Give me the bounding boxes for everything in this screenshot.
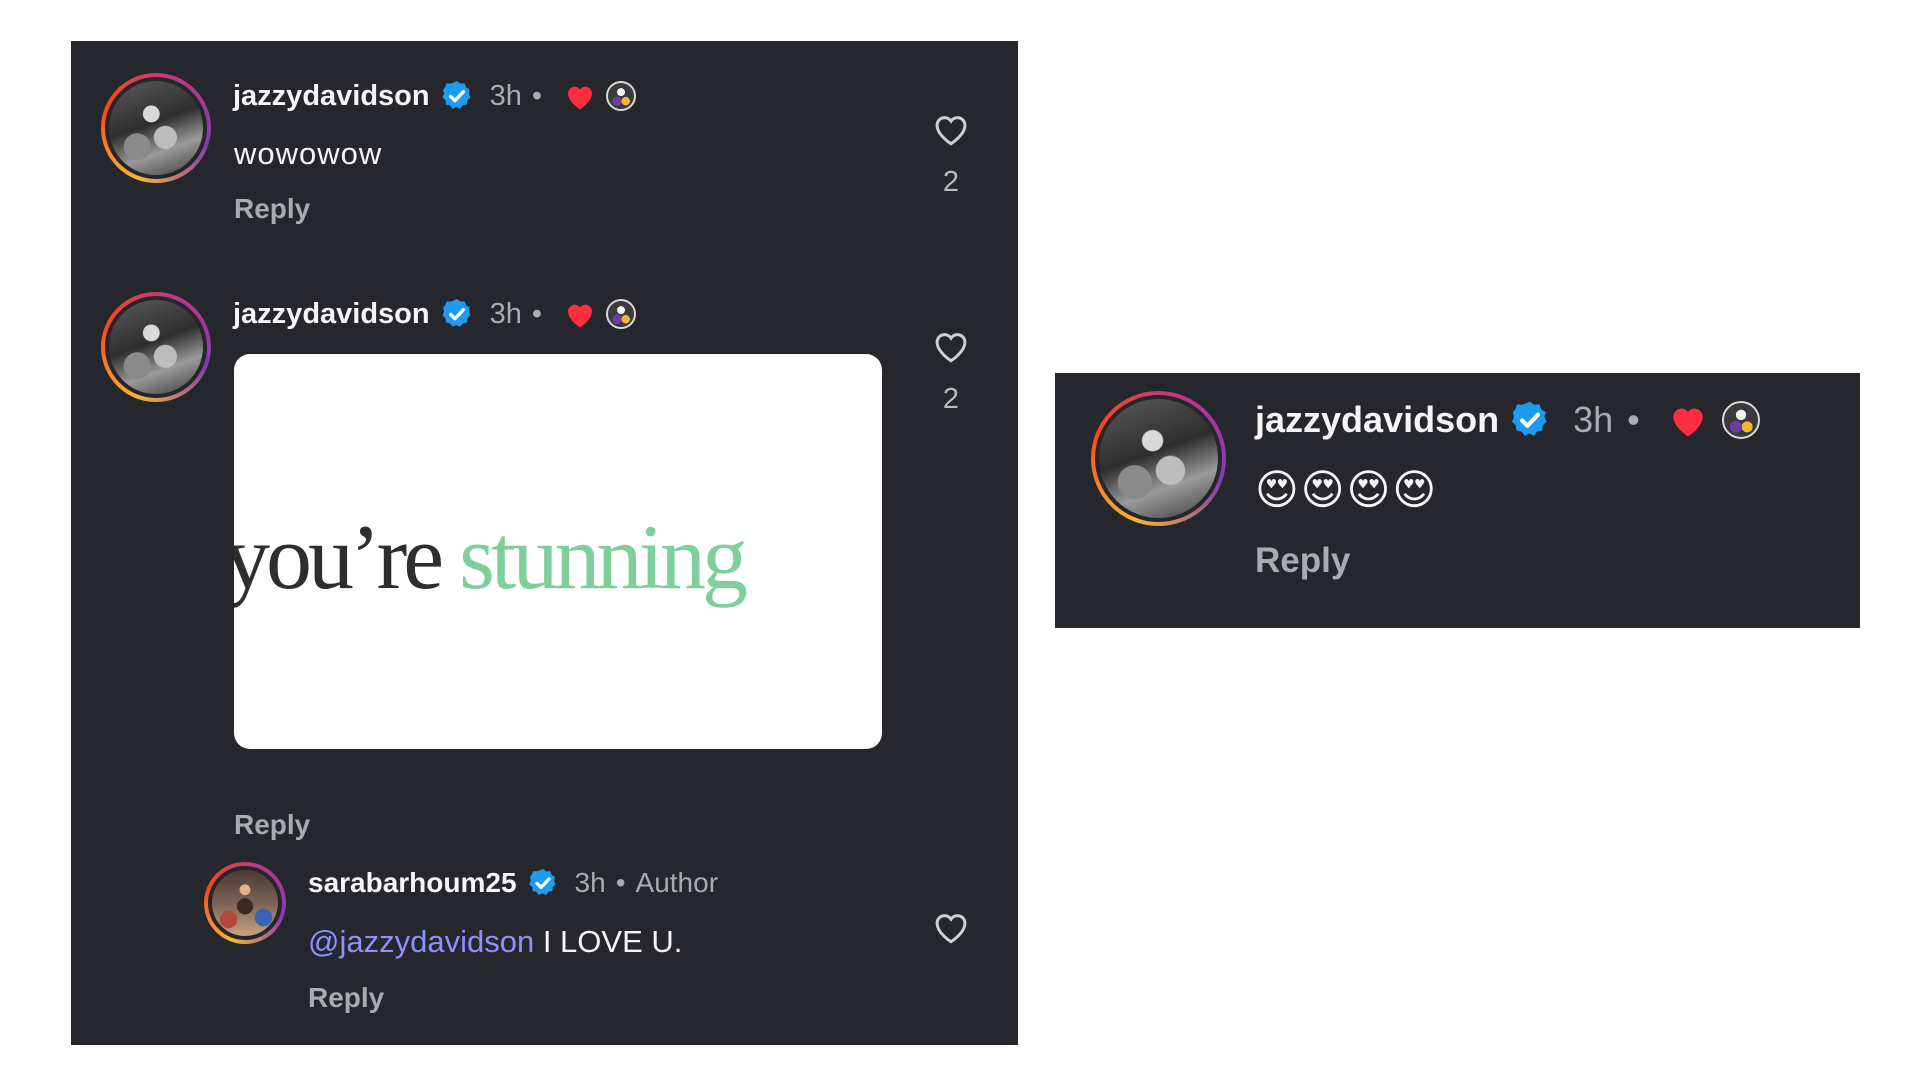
comment-text: wowowow xyxy=(234,136,383,171)
reply-button[interactable]: Reply xyxy=(234,193,310,225)
author-avatar-mini xyxy=(606,81,637,111)
heart-filled-icon xyxy=(564,299,596,329)
like-count: 2 xyxy=(942,166,960,198)
timestamp: 3h xyxy=(1573,399,1614,440)
author-label: Author xyxy=(635,867,719,898)
separator-dot: • xyxy=(615,867,626,898)
heart-outline-icon[interactable] xyxy=(931,328,971,369)
gif-text-dark: you’re xyxy=(234,506,444,608)
author-avatar-mini xyxy=(1721,401,1760,439)
gif-text-green: stunning xyxy=(459,506,748,608)
comment-header: jazzydavidson 3h • xyxy=(233,294,637,334)
like-count: 2 xyxy=(942,383,960,415)
heart-filled-icon xyxy=(1668,402,1708,438)
username[interactable]: jazzydavidson xyxy=(1255,399,1499,441)
verified-badge-icon xyxy=(1509,399,1551,441)
separator-dot: • xyxy=(531,297,543,330)
avatar[interactable] xyxy=(204,862,286,944)
like-button[interactable]: 2 xyxy=(931,111,971,199)
timestamp: 3h xyxy=(489,297,522,330)
comment-item: jazzydavidson 3h • 😍😍😍😍 Reply xyxy=(1055,373,1860,628)
verified-badge-icon xyxy=(527,867,559,899)
username[interactable]: sarabarhoum25 xyxy=(308,867,517,899)
username[interactable]: jazzydavidson xyxy=(233,80,430,113)
timestamp: 3h xyxy=(574,867,606,898)
comments-panel-right: jazzydavidson 3h • 😍😍😍😍 Reply xyxy=(1055,373,1860,628)
heart-outline-icon[interactable] xyxy=(931,909,971,950)
reply-button[interactable]: Reply xyxy=(308,982,384,1014)
timestamp: 3h xyxy=(489,79,522,112)
avatar[interactable] xyxy=(101,292,211,402)
separator-dot: • xyxy=(531,79,543,112)
avatar[interactable] xyxy=(101,73,211,183)
gif-caption: you’re stunning xyxy=(234,504,748,610)
comment-body: I LOVE U. xyxy=(542,924,683,959)
username[interactable]: jazzydavidson xyxy=(233,298,430,331)
verified-badge-icon xyxy=(440,297,474,331)
reply-comment-item: sarabarhoum25 3h • Author @jazzydavidson… xyxy=(71,851,1018,1045)
comments-panel-left: jazzydavidson 3h • wowowow Reply 2 jazzy… xyxy=(71,41,1018,1045)
comment-header: sarabarhoum25 3h • Author xyxy=(308,864,718,902)
like-button[interactable] xyxy=(931,909,971,950)
like-button[interactable]: 2 xyxy=(931,328,971,416)
comment-text: 😍😍😍😍 xyxy=(1255,466,1439,513)
heart-filled-icon xyxy=(564,81,596,111)
heart-outline-icon[interactable] xyxy=(931,111,971,152)
gif-attachment[interactable]: you’re stunning xyxy=(234,354,882,749)
comment-item: jazzydavidson 3h • you’re stunning Reply… xyxy=(71,256,1018,840)
comment-header: jazzydavidson 3h • xyxy=(233,76,637,116)
author-avatar-mini xyxy=(606,299,637,329)
avatar[interactable] xyxy=(1091,391,1226,526)
comment-header: jazzydavidson 3h • xyxy=(1255,395,1760,445)
separator-dot: • xyxy=(1627,399,1640,440)
comment-text: @jazzydavidson I LOVE U. xyxy=(308,924,682,960)
verified-badge-icon xyxy=(440,79,474,113)
reply-button[interactable]: Reply xyxy=(234,809,310,841)
comment-item: jazzydavidson 3h • wowowow Reply 2 xyxy=(71,41,1018,251)
reply-button[interactable]: Reply xyxy=(1255,541,1350,581)
mention-link[interactable]: @jazzydavidson xyxy=(308,924,534,959)
